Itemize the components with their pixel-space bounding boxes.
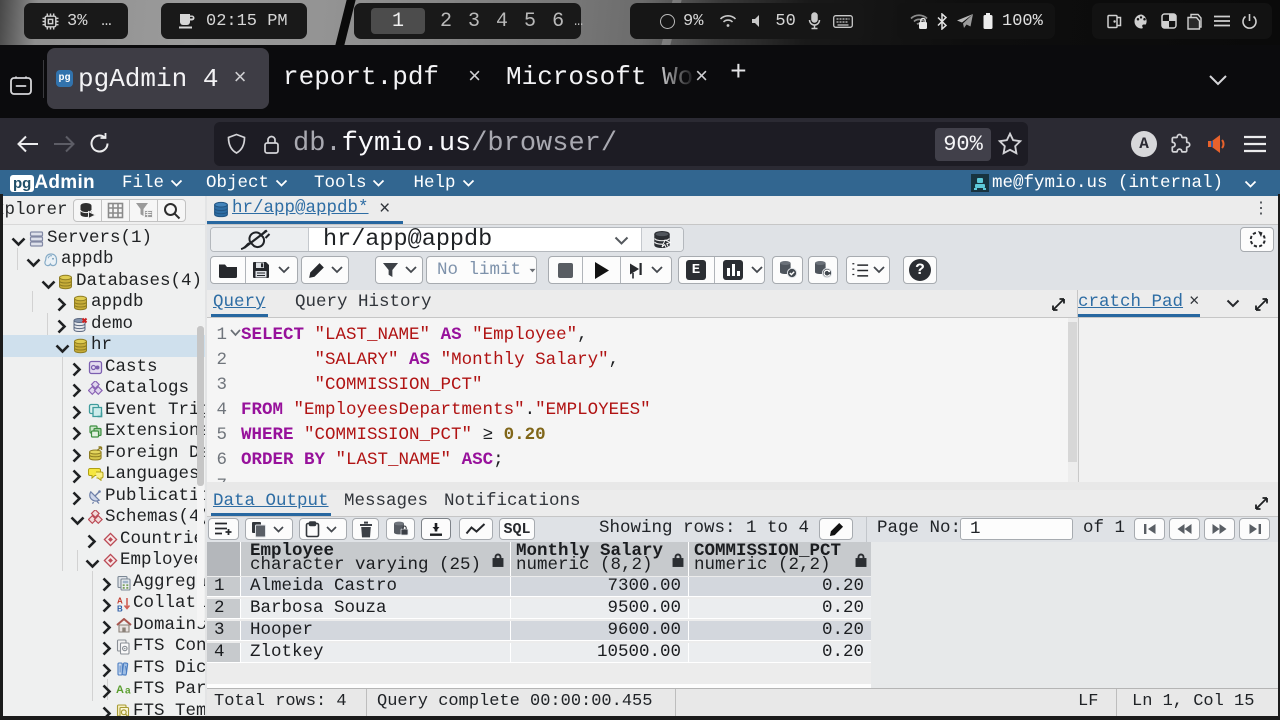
svg-text:A: A [116, 684, 124, 696]
svg-text:a: a [125, 686, 131, 697]
svg-text:B: B [117, 605, 123, 613]
